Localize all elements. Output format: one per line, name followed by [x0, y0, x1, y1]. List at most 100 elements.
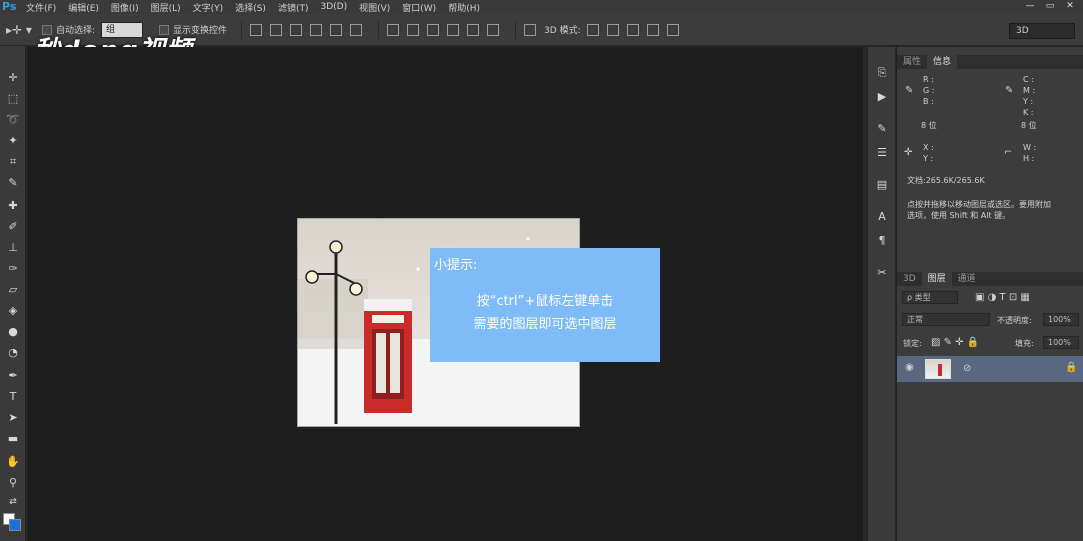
dodge-tool-icon[interactable]: ◔	[5, 345, 21, 361]
opacity-input[interactable]: 100%	[1043, 313, 1079, 326]
menu-file[interactable]: 文件(F)	[26, 1, 56, 14]
zoom-tool-icon[interactable]: ⚲	[5, 475, 21, 491]
clone-stamp-tool-icon[interactable]: ⊥	[5, 240, 21, 256]
move-tool-icon[interactable]: ✛	[5, 70, 21, 86]
align-hcenter-icon[interactable]	[330, 23, 343, 36]
history-panel-icon[interactable]: ⎘	[874, 65, 890, 81]
distribute-hcenter-icon[interactable]	[467, 23, 480, 36]
rgb-readout: R : G : B :	[923, 75, 935, 106]
background-color-swatch[interactable]	[9, 519, 21, 531]
lasso-tool-icon[interactable]: ➰	[5, 112, 21, 128]
path-select-tool-icon[interactable]: ➤	[5, 410, 21, 426]
menu-type[interactable]: 文字(Y)	[193, 1, 224, 14]
menu-select[interactable]: 选择(S)	[235, 1, 266, 14]
blur-tool-icon[interactable]: ●	[5, 324, 21, 340]
crop-tool-icon[interactable]: ⌗	[5, 154, 21, 170]
roll-3d-icon[interactable]	[606, 23, 619, 36]
distribute-right-icon[interactable]	[487, 23, 500, 36]
hand-tool-icon[interactable]: ✋	[5, 454, 21, 470]
tab-3d[interactable]: 3D	[897, 272, 922, 286]
tip-overlay: 小提示: 按“ctrl”+鼠标左键单击 需要的图层即可选中图层	[430, 248, 660, 362]
align-left-icon[interactable]	[310, 23, 323, 36]
eraser-tool-icon[interactable]: ▱	[5, 282, 21, 298]
menu-help[interactable]: 帮助(H)	[448, 1, 480, 14]
auto-align-icon[interactable]	[524, 23, 537, 36]
tab-info[interactable]: 信息	[927, 55, 958, 69]
slide-3d-icon[interactable]	[646, 23, 659, 36]
scale-3d-icon[interactable]	[666, 23, 679, 36]
bit-depth-left: 8 位	[921, 121, 937, 130]
brush-panel-icon[interactable]: ✎	[874, 121, 890, 137]
layer-comps-panel-icon[interactable]: ▤	[874, 177, 890, 193]
divider	[378, 20, 380, 39]
eyedropper-tool-icon[interactable]: ✎	[5, 175, 21, 191]
actions-panel-icon[interactable]: ▶	[874, 89, 890, 105]
tip-line-2: 需要的图层即可选中图层	[473, 317, 617, 332]
menu-bar: Ps 文件(F) 编辑(E) 图像(I) 图层(L) 文字(Y) 选择(S) 滤…	[0, 0, 1083, 14]
layer-filter-dropdown[interactable]: ρ 类型	[902, 291, 958, 304]
paragraph-panel-icon[interactable]: ¶	[874, 233, 890, 249]
menu-view[interactable]: 视图(V)	[359, 1, 390, 14]
layer-name-cursor-icon: ⊘	[963, 363, 972, 374]
menu-edit[interactable]: 编辑(E)	[68, 1, 99, 14]
distribute-bottom-icon[interactable]	[427, 23, 440, 36]
adjustments-panel-icon[interactable]: ☰	[874, 145, 890, 161]
distribute-vcenter-icon[interactable]	[407, 23, 420, 36]
blend-mode-dropdown[interactable]: 正常	[902, 313, 990, 326]
tip-line-1: 按“ctrl”+鼠标左键单击	[476, 294, 614, 309]
workspace-dropdown[interactable]: 3D	[1009, 23, 1075, 39]
lock-label: 锁定:	[903, 339, 922, 348]
pen-tool-icon[interactable]: ✒	[5, 368, 21, 384]
drag-3d-icon[interactable]	[626, 23, 639, 36]
layers-panel-tabs: 3D 图层 通道	[897, 272, 1083, 286]
photoshop-logo: Ps	[2, 0, 17, 13]
lock-icons[interactable]: ▨ ✎ ✛ 🔒	[931, 337, 979, 348]
tool-tip-text: 点按并拖移以移动图层或选区。要用附加 选项，使用 Shift 和 Alt 键。	[907, 200, 1051, 220]
marquee-tool-icon[interactable]: ⬚	[5, 91, 21, 107]
paint-bucket-tool-icon[interactable]: ◈	[5, 303, 21, 319]
tip-title: 小提示:	[434, 258, 478, 273]
distribute-top-icon[interactable]	[387, 23, 400, 36]
quick-select-tool-icon[interactable]: ✦	[5, 133, 21, 149]
history-brush-tool-icon[interactable]: ✑	[5, 261, 21, 277]
eyedropper-icon: ✎	[905, 85, 914, 96]
menu-3d[interactable]: 3D(D)	[320, 2, 347, 12]
align-right-icon[interactable]	[350, 23, 363, 36]
fill-label: 填充:	[1015, 339, 1034, 348]
healing-brush-tool-icon[interactable]: ✚	[5, 198, 21, 214]
document-size: 文档:265.6K/265.6K	[907, 176, 985, 185]
minimize-button[interactable]: —	[1023, 0, 1037, 12]
tab-layers[interactable]: 图层	[921, 272, 952, 286]
bit-depth-right: 8 位	[1021, 121, 1037, 130]
dimensions-icon: ⌐	[1004, 147, 1013, 158]
menu-layer[interactable]: 图层(L)	[151, 1, 181, 14]
swap-colors-icon[interactable]: ⇄	[5, 494, 21, 510]
menu-window[interactable]: 窗口(W)	[402, 1, 436, 14]
right-panels: 属性 信息 ✎ R : G : B : ✎ C : M : Y : K : 8 …	[896, 47, 1083, 541]
layer-filter-icons[interactable]: ▣ ◑ T ⊡ ▦	[975, 292, 1030, 303]
restore-button[interactable]: ▭	[1043, 0, 1057, 12]
layer-thumbnail	[925, 359, 951, 379]
tab-properties[interactable]: 属性	[897, 55, 927, 69]
menu-image[interactable]: 图像(I)	[111, 1, 139, 14]
xy-readout: X : Y :	[923, 143, 934, 163]
menu-filter[interactable]: 滤镜(T)	[278, 1, 309, 14]
distribute-left-icon[interactable]	[447, 23, 460, 36]
align-bottom-icon[interactable]	[290, 23, 303, 36]
rotate-3d-icon[interactable]	[586, 23, 599, 36]
tool-presets-panel-icon[interactable]: ✂	[874, 265, 890, 281]
brush-tool-icon[interactable]: ✐	[5, 219, 21, 235]
eyedropper-icon: ✎	[1005, 85, 1014, 96]
align-vcenter-icon[interactable]	[270, 23, 283, 36]
layer-row-selected[interactable]: ◉ ⊘ 🔒	[897, 356, 1083, 382]
visibility-eye-icon[interactable]: ◉	[905, 362, 914, 373]
align-top-icon[interactable]	[250, 23, 263, 36]
close-button[interactable]: ✕	[1063, 0, 1077, 12]
info-panel-tabs: 属性 信息	[897, 55, 1083, 69]
mode-3d-label: 3D 模式:	[544, 26, 581, 36]
tab-channels[interactable]: 通道	[952, 272, 982, 286]
character-panel-icon[interactable]: A	[874, 209, 890, 225]
type-tool-icon[interactable]: T	[5, 389, 21, 405]
fill-input[interactable]: 100%	[1043, 336, 1079, 349]
rectangle-tool-icon[interactable]: ▬	[5, 431, 21, 447]
